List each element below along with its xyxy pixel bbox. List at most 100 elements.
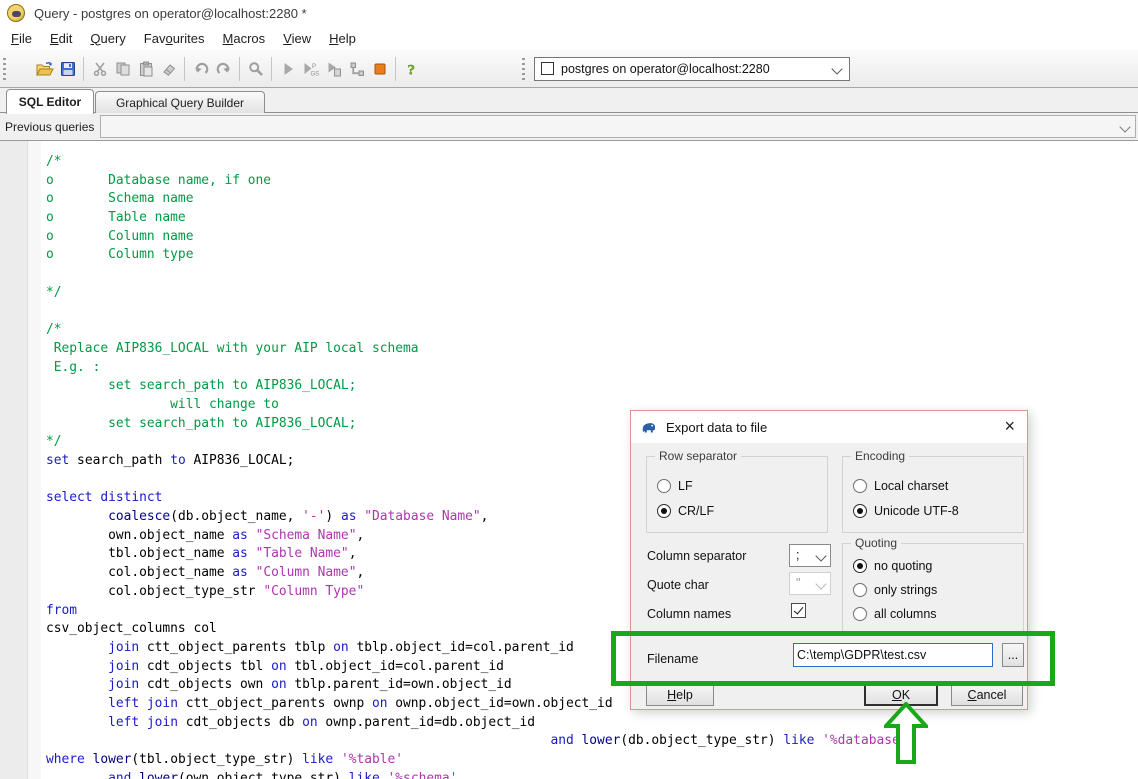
- code-line: where lower(tbl.object_type_str) like '%…: [0, 751, 1138, 770]
- connection-combobox[interactable]: postgres on operator@localhost:2280: [534, 57, 850, 81]
- execute-pgscript-button: PGS: [299, 57, 322, 81]
- save-file-button[interactable]: [56, 57, 79, 81]
- radio-icon: [853, 479, 867, 493]
- menu-item-file[interactable]: File: [2, 28, 41, 49]
- code-line: /*: [0, 153, 1138, 172]
- help-icon: ?: [404, 61, 420, 77]
- code-line: */: [0, 284, 1138, 303]
- radio-icon: [657, 479, 671, 493]
- paste-icon: [138, 61, 154, 77]
- menu-item-favourites[interactable]: Favourites: [135, 28, 214, 49]
- connection-label: postgres on operator@localhost:2280: [561, 62, 770, 76]
- radio-unicode-utf-8[interactable]: Unicode UTF-8: [853, 502, 959, 520]
- column-separator-label: Column separator: [647, 549, 746, 563]
- cancel-query-button[interactable]: [368, 57, 391, 81]
- toolbar-separator: [271, 57, 272, 81]
- radio-local-charset[interactable]: Local charset: [853, 477, 948, 495]
- find-button: [244, 57, 267, 81]
- menu-item-edit[interactable]: Edit: [41, 28, 81, 49]
- radio-no-quoting[interactable]: no quoting: [853, 557, 932, 575]
- chevron-down-icon: [815, 550, 826, 561]
- copy-icon: [115, 61, 131, 77]
- svg-text:GS: GS: [310, 71, 319, 77]
- clear-window-button: [157, 57, 180, 81]
- menu-item-help[interactable]: Help: [320, 28, 365, 49]
- quoting-group-label: Quoting: [851, 536, 901, 550]
- previous-queries-bar: Previous queries: [0, 113, 1138, 141]
- undo-button: [189, 57, 212, 81]
- code-line: and lower(own.object_type_str) like '%sc…: [0, 770, 1138, 779]
- radio-label: CR/LF: [678, 504, 714, 518]
- radio-icon: [853, 607, 867, 621]
- code-line: [0, 303, 1138, 322]
- help-button[interactable]: ?: [400, 57, 423, 81]
- radio-selected-icon: [853, 504, 867, 518]
- scissors-icon: [92, 61, 108, 77]
- undo-icon: [193, 61, 209, 77]
- radio-cr-lf[interactable]: CR/LF: [657, 502, 714, 520]
- tab-bar: SQL Editor Graphical Query Builder: [0, 88, 1138, 113]
- toolbar-separator: [239, 57, 240, 81]
- cancel-button[interactable]: Cancel: [951, 683, 1023, 706]
- code-line: [0, 265, 1138, 284]
- close-icon[interactable]: ×: [1004, 415, 1015, 437]
- code-line: E.g. :: [0, 359, 1138, 378]
- encoding-group: Encoding Local charsetUnicode UTF-8: [842, 456, 1024, 533]
- quote-char-combobox: ": [789, 572, 831, 595]
- menu-item-view[interactable]: View: [274, 28, 320, 49]
- radio-label: Unicode UTF-8: [874, 504, 959, 518]
- tab-sql-editor[interactable]: SQL Editor: [6, 89, 94, 114]
- stop-icon: [372, 61, 388, 77]
- radio-all-columns[interactable]: all columns: [853, 605, 937, 623]
- radio-only-strings[interactable]: only strings: [853, 581, 937, 599]
- paste-button: [134, 57, 157, 81]
- code-line: left join cdt_objects db on ownp.parent_…: [0, 714, 1138, 733]
- previous-queries-label: Previous queries: [5, 120, 94, 134]
- tab-graphical-query-builder[interactable]: Graphical Query Builder: [95, 91, 265, 113]
- code-line: o Table name: [0, 209, 1138, 228]
- column-names-label: Column names: [647, 607, 731, 621]
- execute-to-file-button: [322, 57, 345, 81]
- toolbar-grip[interactable]: [3, 58, 6, 80]
- pgadmin-query-window: { "window": { "title": "Query - postgres…: [0, 0, 1138, 779]
- row-separator-group: Row separator LFCR/LF: [646, 456, 828, 533]
- radio-icon: [853, 583, 867, 597]
- code-line: o Schema name: [0, 190, 1138, 209]
- chevron-down-icon: [831, 63, 842, 74]
- window-title: Query - postgres on operator@localhost:2…: [34, 6, 307, 21]
- redo-button: [212, 57, 235, 81]
- explain-icon: [349, 61, 365, 77]
- code-line: and lower(db.object_type_str) like '%dat…: [0, 732, 1138, 751]
- column-separator-combobox[interactable]: ;: [789, 544, 831, 567]
- radio-selected-icon: [657, 504, 671, 518]
- code-line: o Database name, if one: [0, 172, 1138, 191]
- connection-checkbox[interactable]: [541, 62, 554, 75]
- menu-item-query[interactable]: Query: [81, 28, 134, 49]
- redo-icon: [216, 61, 232, 77]
- export-dialog-titlebar: Export data to file ×: [631, 411, 1027, 443]
- play-icon: [280, 61, 296, 77]
- quoting-group: Quoting no quotingonly stringsall column…: [842, 543, 1024, 636]
- radio-selected-icon: [853, 559, 867, 573]
- play-pgs-icon: PGS: [302, 61, 320, 77]
- radio-label: all columns: [874, 607, 937, 621]
- explain-query-button: [345, 57, 368, 81]
- radio-label: only strings: [874, 583, 937, 597]
- quote-char-label: Quote char: [647, 578, 709, 592]
- annotation-highlight-rect: [611, 631, 1055, 686]
- play-file-icon: [326, 61, 342, 77]
- cut-button: [88, 57, 111, 81]
- menu-item-macros[interactable]: Macros: [214, 28, 275, 49]
- svg-text:P: P: [312, 64, 316, 70]
- radio-lf[interactable]: LF: [657, 477, 693, 495]
- menu-bar: FileEditQueryFavouritesMacrosViewHelp: [0, 26, 1138, 50]
- open-file-button[interactable]: [33, 57, 56, 81]
- title-bar: Query - postgres on operator@localhost:2…: [0, 0, 1138, 26]
- previous-queries-combobox[interactable]: [100, 115, 1136, 138]
- pgadmin-elephant-icon: [640, 419, 658, 435]
- code-line: o Column name: [0, 228, 1138, 247]
- connection-grip[interactable]: [522, 58, 525, 80]
- radio-label: no quoting: [874, 559, 932, 573]
- help-button[interactable]: Help: [646, 683, 714, 706]
- column-names-checkbox[interactable]: [791, 603, 806, 618]
